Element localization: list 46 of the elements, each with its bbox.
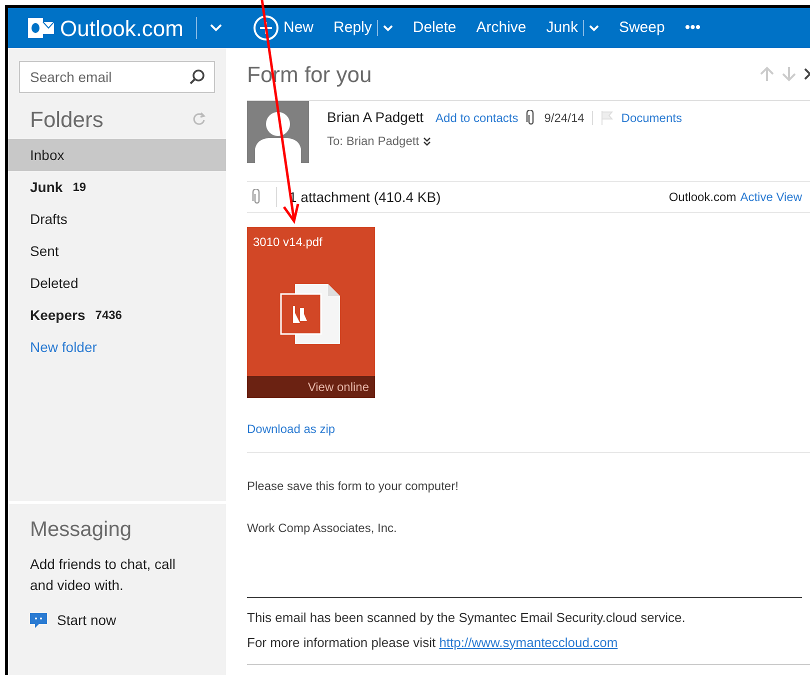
folder-item[interactable]: Deleted [8, 267, 226, 299]
toolbar-button[interactable]: Archive [476, 16, 526, 40]
chevron-down-icon[interactable] [208, 23, 222, 33]
toolbar-button[interactable]: Sweep [618, 16, 665, 40]
toolbar-button[interactable]: Junk [546, 16, 599, 40]
chevron-down-icon [588, 24, 599, 32]
chevron-down-icon [382, 24, 393, 32]
mail-logo-icon [28, 16, 54, 40]
chat-icon [30, 612, 47, 628]
folder-item[interactable]: Junk 19 [8, 171, 226, 203]
brand-name[interactable]: Outlook.com [60, 12, 184, 44]
add-contacts-link[interactable]: Add to contacts [436, 108, 518, 126]
toolbar-button[interactable]: Delete [412, 16, 456, 40]
double-chevron-icon[interactable] [423, 136, 432, 146]
body-text: Work Comp Associates, Inc. [247, 520, 398, 537]
avatar-icon [247, 101, 309, 163]
messaging-text: Add friends to chat, call and video with. [30, 554, 177, 594]
folder-item[interactable]: Drafts [8, 203, 226, 235]
sender-name: Brian A Padgett [327, 108, 424, 127]
folder-item[interactable]: Sent [8, 235, 226, 267]
paperclip-icon [252, 189, 262, 205]
paperclip-icon [526, 110, 536, 126]
new-folder-link[interactable]: New folder [8, 337, 97, 358]
folder-item[interactable]: Keepers 7436 [8, 299, 226, 331]
download-zip-link[interactable]: Download as zip [247, 420, 336, 438]
start-now-button[interactable]: Start now [30, 610, 116, 630]
search-icon[interactable] [189, 69, 205, 85]
footer-text: For more information please visit http://www.symanteccloud.com [247, 634, 619, 652]
attachment-tile[interactable]: 3010 v14.pdf View online [247, 227, 375, 398]
pdf-file-icon [280, 282, 342, 344]
category-link[interactable]: Documents [621, 108, 682, 126]
active-view-link[interactable]: Active View [740, 188, 802, 206]
symantec-link[interactable]: http://www.symanteccloud.com [439, 634, 618, 650]
toolbar-button[interactable]: Reply [334, 16, 393, 40]
view-brand: Outlook.com [668, 189, 736, 206]
search-field[interactable]: Search email [19, 61, 215, 93]
toolbar-button[interactable]: ••• [684, 16, 701, 40]
folders-heading: Folders [30, 106, 104, 134]
messaging-heading: Messaging [30, 517, 133, 543]
body-text: Please save this form to your computer! [247, 478, 460, 495]
message-date: 9/24/14 [544, 110, 584, 126]
footer-text: This email has been scanned by the Symantec Email Security.cloud service. [247, 609, 686, 627]
recipient-text: To: Brian Padgett [327, 133, 420, 150]
plus-circle-icon [252, 15, 278, 41]
toolbar-button[interactable]: New [252, 15, 314, 41]
folder-item[interactable]: Inbox [8, 139, 226, 171]
